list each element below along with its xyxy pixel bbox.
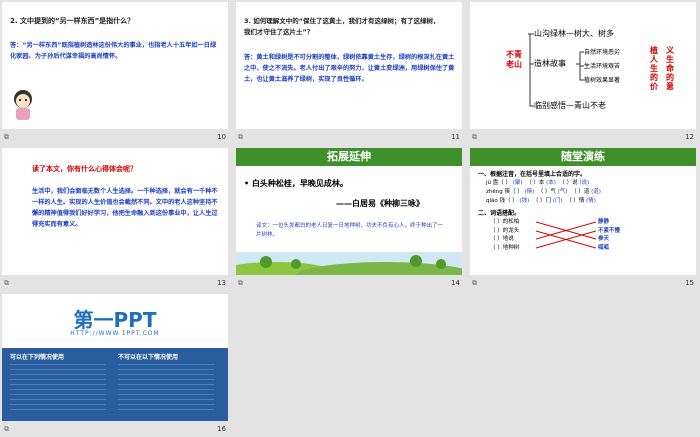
- pinyin-grid: jù 盘（ ） (聚) （ ）本 (本) （ ）说 (说) zhēng 筷（ ）…: [486, 180, 601, 204]
- poem-line: • 白头种松桂，早晚见成林。: [244, 179, 348, 188]
- slide-thumb-13[interactable]: 读了本文，你有什么心得体会呢？ 生活中，我们会面临无数个人生选择。一千种选择，就…: [0, 146, 232, 291]
- slide-thumb-16[interactable]: 第一PPT HTTP://WWW.1PPT.COM 可以在下列情况使用 不可以在…: [0, 292, 232, 437]
- slide-thumb-icon: ⧉: [238, 133, 243, 141]
- slide-thumb-11[interactable]: 3. 如何理解文中的“保住了这黄土，我们才有这绿树；有了这绿树，我们才守住了这片…: [234, 0, 466, 145]
- slide-thumb-icon: ⧉: [472, 133, 477, 141]
- mindmap-subnode: 植树效果显著: [584, 77, 621, 84]
- slide-thumb-12[interactable]: 不青老山 山沟绿林—树大、树多 造林故事 自然环境恶劣 生活环境艰苦 植树效果显…: [468, 0, 700, 145]
- question-text: 2. 文中提到的“另一样东西”是指什么？: [10, 17, 135, 25]
- slide-14: 拓展延伸 • 白头种松桂，早晚见成林。 ——白居易《种柳三咏》 译文：一位头发都…: [236, 148, 462, 275]
- license-forbidden-heading: 不可以在以下情况使用: [118, 354, 179, 361]
- slide-number: 16: [217, 425, 226, 433]
- answer-text: 答：“另一样东西”既指植树造林这份伟大的事业，也指老人十五年如一日绿化家园、为子…: [10, 42, 217, 60]
- question-text: 读了本文，你有什么心得体会呢？: [32, 165, 137, 173]
- slide-thumb-10[interactable]: 2. 文中提到的“另一样东西”是指什么？ 答：“另一样东西”既指植树造林这份伟大…: [0, 0, 232, 145]
- word-left-list: （ ）的松柏（ ）的龙头（ ）地说（ ）地种树: [490, 219, 520, 251]
- girl-cartoon-icon: [10, 88, 36, 124]
- mindmap-node: 山沟绿林—树大、树多: [534, 29, 614, 38]
- slide-13: 读了本文，你有什么心得体会呢？ 生活中，我们会面临无数个人生选择。一千种选择，就…: [2, 148, 228, 275]
- mindmap-subnode: 自然环境恶劣: [584, 49, 621, 56]
- slide-thumb-icon: ⧉: [472, 279, 477, 287]
- answer-text: 生活中，我们会面临无数个人生选择。一千种选择，就会有一千种不一样的人生。实现的人…: [32, 188, 218, 228]
- exercise-question: 一、根据注音，在括号里填上合适的字。: [478, 171, 587, 178]
- slide-thumb-14[interactable]: 拓展延伸 • 白头种松桂，早晚见成林。 ——白居易《种柳三咏》 译文：一位头发都…: [234, 146, 466, 291]
- license-forbidden-list: [118, 364, 214, 414]
- slide-thumb-15[interactable]: 随堂演练 一、根据注音，在括号里填上合适的字。 jù 盘（ ） (聚) （ ）本…: [468, 146, 700, 291]
- answer-text: 答：黄土和绿树是不可分割的整体，绿树依靠黄土生存，绿树的根深扎在黄土之中，使之不…: [244, 54, 455, 83]
- mindmap-label: 义生命的意: [666, 46, 674, 91]
- brand-url: HTTP://WWW.1PPT.COM: [70, 330, 160, 337]
- license-allowed-heading: 可以在下列情况使用: [10, 354, 65, 361]
- mindmap-node: 造林故事: [534, 59, 566, 68]
- slide-12: 不青老山 山沟绿林—树大、树多 造林故事 自然环境恶劣 生活环境艰苦 植树效果显…: [470, 2, 696, 129]
- word-right-list: 静静 不紧不慢 参天 呱呱: [598, 219, 621, 251]
- slide-number: 15: [685, 279, 694, 287]
- mindmap-root: 不青老山: [506, 50, 522, 69]
- mindmap-node: 临别感悟—青山不老: [534, 101, 606, 110]
- slide-10: 2. 文中提到的“另一样东西”是指什么？ 答：“另一样东西”既指植树造林这份伟大…: [2, 2, 228, 129]
- slide-11: 3. 如何理解文中的“保住了这黄土，我们才有这绿树；有了这绿树，我们才守住了这片…: [236, 2, 462, 129]
- slide-thumb-icon: ⧉: [4, 279, 9, 287]
- poem-author: ——白居易《种柳三咏》: [336, 199, 424, 208]
- slide-number: 13: [217, 279, 226, 287]
- mindmap-subnode: 生活环境艰苦: [584, 63, 621, 70]
- slide-15: 随堂演练 一、根据注音，在括号里填上合适的字。 jù 盘（ ） (聚) （ ）本…: [470, 148, 696, 275]
- landscape-image: [236, 252, 462, 275]
- slide-16: 第一PPT HTTP://WWW.1PPT.COM 可以在下列情况使用 不可以在…: [2, 294, 228, 421]
- slide-number: 14: [451, 279, 460, 287]
- slide-title: 拓展延伸: [236, 148, 462, 166]
- slide-thumb-icon: ⧉: [238, 279, 243, 287]
- slide-thumb-icon: ⧉: [4, 425, 9, 433]
- translation-text: 译文：一位头发都白的老人日复一日地种树，功夫不负有心人，终于种出了一片树林。: [256, 223, 444, 238]
- license-allowed-list: [10, 364, 106, 414]
- matching-lines: [536, 221, 596, 249]
- license-panel: 可以在下列情况使用 不可以在以下情况使用: [2, 348, 228, 421]
- slide-thumb-icon: ⧉: [4, 133, 9, 141]
- exercise-question: 二、词语搭配。: [478, 210, 521, 217]
- slide-title: 随堂演练: [470, 148, 696, 166]
- question-text: 3. 如何理解文中的“保住了这黄土，我们才有这绿树；有了这绿树，我们才守住了这片…: [244, 17, 440, 36]
- brand-logo: 第一PPT: [73, 308, 157, 332]
- slide-number: 12: [685, 133, 694, 141]
- slide-number: 10: [217, 133, 226, 141]
- slide-number: 11: [451, 133, 460, 141]
- mindmap-label: 植人生的价: [650, 46, 658, 91]
